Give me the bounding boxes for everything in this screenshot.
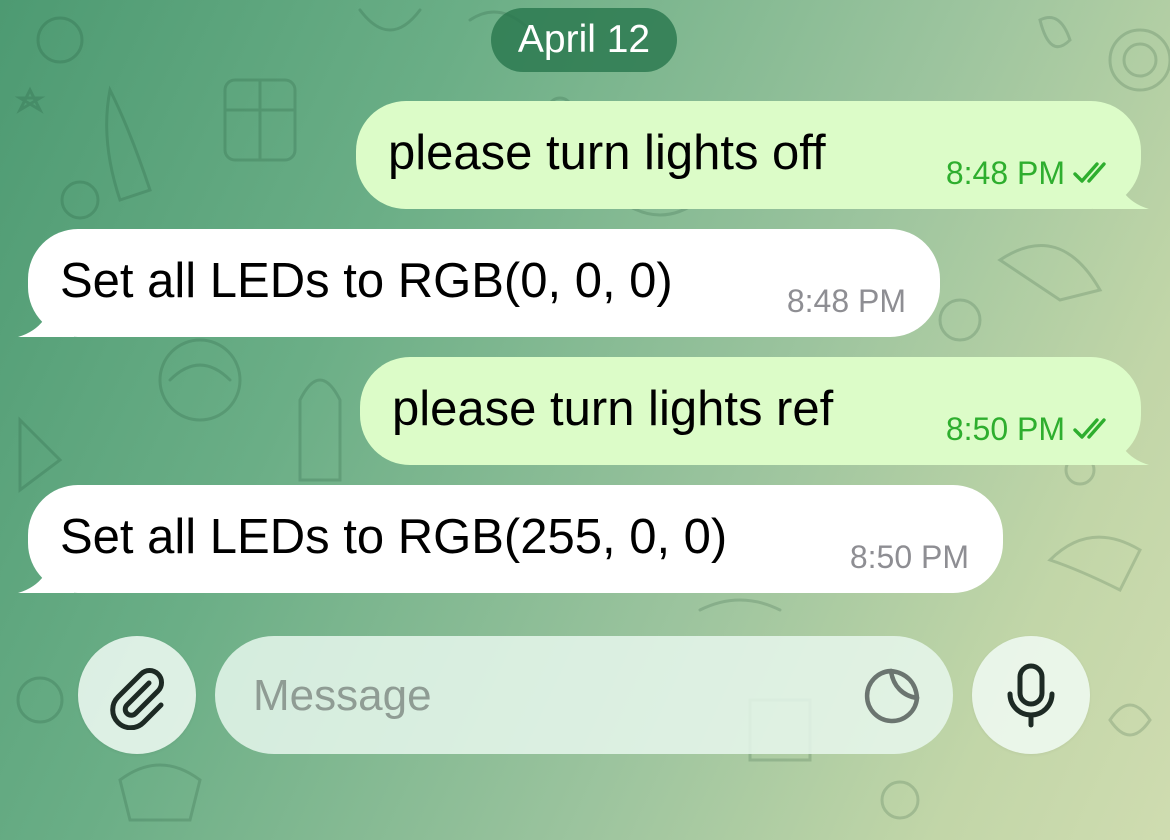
message-time: 8:48 PM: [945, 155, 1065, 191]
message-meta: 8:50 PM: [946, 409, 1117, 449]
voice-message-button[interactable]: [972, 636, 1090, 754]
message-bubble-incoming[interactable]: Set all LEDs to RGB(0, 0, 0) 8:48 PM: [18, 229, 940, 337]
message-time: 8:50 PM: [945, 411, 1065, 447]
message-time: 8:50 PM: [849, 539, 969, 575]
message-bubble-outgoing[interactable]: please turn lights ref 8:50 PM: [360, 357, 1149, 465]
microphone-icon: [1007, 663, 1055, 728]
message-time: 8:48 PM: [786, 283, 906, 319]
message-bubble-incoming[interactable]: Set all LEDs to RGB(255, 0, 0) 8:50 PM: [18, 485, 1003, 593]
message-text: please turn lights off: [388, 126, 826, 180]
date-separator: April 12: [491, 8, 677, 72]
message-meta: 8:48 PM: [787, 281, 906, 321]
message-text: please turn lights ref: [392, 382, 834, 436]
message-input-placeholder: Message: [253, 671, 432, 720]
paperclip-icon: [110, 668, 164, 730]
message-bubble-outgoing[interactable]: please turn lights off 8:48 PM: [356, 101, 1149, 209]
message-text: Set all LEDs to RGB(0, 0, 0): [60, 254, 673, 308]
chat-screen: April 12 please turn lights off 8:48 PM …: [0, 0, 1170, 840]
sticker-icon[interactable]: [863, 666, 923, 726]
message-input[interactable]: Message: [215, 636, 953, 754]
message-meta: 8:48 PM: [946, 153, 1117, 193]
double-check-icon: [1073, 162, 1106, 183]
attach-button[interactable]: [78, 636, 196, 754]
message-text: Set all LEDs to RGB(255, 0, 0): [60, 510, 728, 564]
double-check-icon: [1073, 418, 1106, 439]
message-meta: 8:50 PM: [850, 537, 969, 577]
